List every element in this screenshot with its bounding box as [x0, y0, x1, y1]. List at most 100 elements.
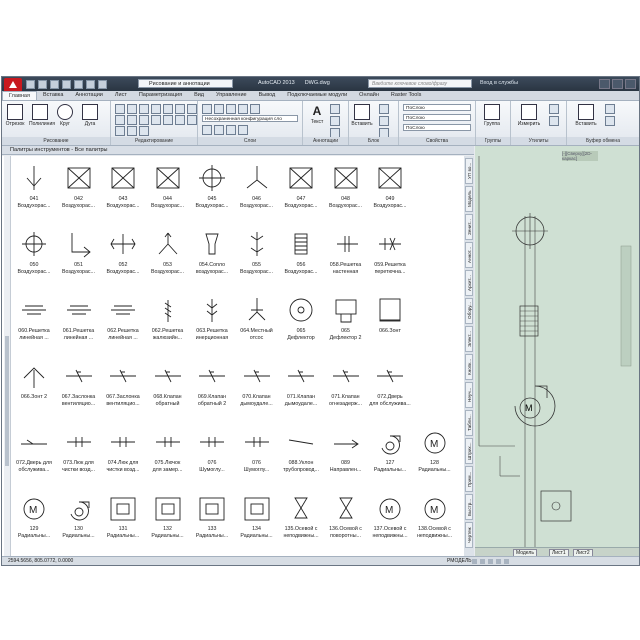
- lock-icon[interactable]: [488, 559, 493, 564]
- palette-tool[interactable]: 063.Решетка инерционная: [190, 292, 234, 358]
- color-combo[interactable]: ПоСлою: [403, 104, 471, 111]
- measure-button[interactable]: Измерить: [515, 104, 543, 127]
- paste-button[interactable]: Вставить: [573, 104, 599, 127]
- array-icon[interactable]: [187, 104, 197, 114]
- palette-tool[interactable]: 071.Клапан огнезадерж...: [324, 358, 368, 424]
- palette-tool[interactable]: 069.Клапан обратный 2: [190, 358, 234, 424]
- tab-8[interactable]: Подключаемые модули: [281, 91, 353, 100]
- tab-4[interactable]: Параметризация: [133, 91, 188, 100]
- annotation-scale-icon[interactable]: [472, 559, 477, 564]
- palette-tab[interactable]: Прим...: [465, 466, 473, 492]
- palette-tool[interactable]: 050 Воздухорас...: [12, 226, 56, 292]
- palette-tab[interactable]: Обору...: [465, 298, 473, 324]
- tab-6[interactable]: Управление: [210, 91, 253, 100]
- quickcalc-icon[interactable]: [549, 104, 559, 114]
- palette-tool[interactable]: 043 Воздухорас...: [101, 160, 145, 226]
- palette-tool[interactable]: M 138.Осевой с неподвижны...: [413, 490, 457, 556]
- move-icon[interactable]: [115, 104, 125, 114]
- trim-icon[interactable]: [139, 104, 149, 114]
- isolate-icon[interactable]: [496, 559, 501, 564]
- palette-tab[interactable]: Зенит...: [465, 214, 473, 240]
- palette-tool[interactable]: 067.Заслонка вентиляцио...: [57, 358, 101, 424]
- text-button[interactable]: A Текст: [306, 104, 328, 125]
- palette-tool[interactable]: 042 Воздухорас...: [57, 160, 101, 226]
- break-icon[interactable]: [127, 126, 137, 136]
- palette-scrollbar[interactable]: [4, 156, 11, 556]
- palette-tool[interactable]: 134 Радиальны...: [235, 490, 279, 556]
- application-menu-button[interactable]: [4, 78, 22, 92]
- palette-tool[interactable]: 046 Воздухорас...: [235, 160, 279, 226]
- palette-tool[interactable]: 053 Воздухорас...: [146, 226, 190, 292]
- open-icon[interactable]: [38, 80, 47, 89]
- dimension-icon[interactable]: [330, 104, 340, 114]
- palette-tool[interactable]: 075.Лючок для замер...: [146, 424, 190, 490]
- tab-1[interactable]: Вставка: [37, 91, 69, 100]
- palette-tab[interactable]: Модель: [465, 186, 473, 212]
- login-button[interactable]: Вход в службы: [480, 80, 518, 86]
- palette-tool[interactable]: 127 Радиальны...: [368, 424, 412, 490]
- palette-tool[interactable]: 044 Воздухорас...: [146, 160, 190, 226]
- palette-tab[interactable]: Штрих...: [465, 438, 473, 464]
- extend-icon[interactable]: [175, 115, 185, 125]
- close-icon[interactable]: [625, 79, 636, 89]
- palette-tool[interactable]: 066.Зонт 2: [12, 358, 56, 424]
- saveas-icon[interactable]: [62, 80, 71, 89]
- tab-2[interactable]: Аннотации: [69, 91, 109, 100]
- redo-icon[interactable]: [86, 80, 95, 89]
- undo-icon[interactable]: [74, 80, 83, 89]
- palette-tool[interactable]: 052 Воздухорас...: [101, 226, 145, 292]
- fullscreen-icon[interactable]: [504, 559, 509, 564]
- palette-tool[interactable]: 130 Радиальны...: [57, 490, 101, 556]
- palette-tool[interactable]: 074.Люк для чистки возд...: [101, 424, 145, 490]
- palette-tool[interactable]: 089 Направлен...: [324, 424, 368, 490]
- lineweight-combo[interactable]: ПоСлою: [403, 124, 471, 131]
- palette-tab[interactable]: Табли...: [465, 410, 473, 436]
- palette-tool[interactable]: 070.Клапан дымоудале...: [235, 358, 279, 424]
- select-all-icon[interactable]: [549, 116, 559, 126]
- stretch-icon[interactable]: [151, 115, 161, 125]
- insert-block-button[interactable]: Вставить: [351, 104, 373, 127]
- palette-tool[interactable]: 076 Шумоглу...: [235, 424, 279, 490]
- tab-3[interactable]: Лист: [109, 91, 133, 100]
- navigation-bar[interactable]: [620, 245, 632, 367]
- plot-icon[interactable]: [98, 80, 107, 89]
- palette-tool[interactable]: 076 Шумоглу...: [190, 424, 234, 490]
- palette-tool[interactable]: 088.Уклон трубопровод...: [279, 424, 323, 490]
- palette-tab[interactable]: Неуч...: [465, 382, 473, 408]
- palette-tool[interactable]: 061.Решетка линейная ...: [57, 292, 101, 358]
- copy-clip-icon[interactable]: [605, 116, 615, 126]
- save-icon[interactable]: [50, 80, 59, 89]
- palette-tool[interactable]: M 129 Радиальны...: [12, 490, 56, 556]
- palette-tool[interactable]: M 137.Осевой с неподвижны...: [368, 490, 412, 556]
- mirror-icon[interactable]: [127, 115, 137, 125]
- palette-tool[interactable]: 066.Зонт: [368, 292, 412, 358]
- palette-tab[interactable]: Элект...: [465, 326, 473, 352]
- palette-tool[interactable]: 067.Заслонка вентиляцио...: [101, 358, 145, 424]
- palette-tool[interactable]: 045 Воздухорас...: [190, 160, 234, 226]
- palette-tool[interactable]: 051 Воздухорас...: [57, 226, 101, 292]
- palette-tool[interactable]: 056 Воздухорас...: [279, 226, 323, 292]
- palette-tool[interactable]: 131 Радиальны...: [101, 490, 145, 556]
- palette-tool[interactable]: M 128 Радиальны...: [413, 424, 457, 490]
- circle-button[interactable]: Круг: [54, 104, 76, 127]
- new-icon[interactable]: [26, 80, 35, 89]
- palette-tool[interactable]: 062.Решетка жалюзийн...: [146, 292, 190, 358]
- workspace-icon[interactable]: [480, 559, 485, 564]
- model-space-toggle[interactable]: РМОДЕЛЬ: [447, 557, 472, 565]
- palette-tool[interactable]: 060.Решетка линейная ...: [12, 292, 56, 358]
- palette-tool[interactable]: 054.Сопло воздухорас...: [190, 226, 234, 292]
- palette-tool[interactable]: 071.Клапан дымоудале...: [279, 358, 323, 424]
- palette-tool[interactable]: 058.Решетка настенная: [324, 226, 368, 292]
- palette-tool[interactable]: 072.Дверь для обслужива...: [12, 424, 56, 490]
- palette-tab[interactable]: Быстр...: [465, 494, 473, 520]
- palette-tab[interactable]: Чертеж: [465, 522, 473, 548]
- scale-icon[interactable]: [163, 115, 173, 125]
- palette-tool[interactable]: 048 Воздухорас...: [324, 160, 368, 226]
- scroll-thumb[interactable]: [5, 336, 9, 466]
- join-icon[interactable]: [187, 115, 197, 125]
- palette-tool[interactable]: 065 Дефлектор: [279, 292, 323, 358]
- palette-tool[interactable]: 068.Клапан обратный: [146, 358, 190, 424]
- polyline-button[interactable]: Полилиния: [29, 104, 55, 127]
- create-block-icon[interactable]: [379, 104, 389, 114]
- palette-tool[interactable]: 133 Радиальны...: [190, 490, 234, 556]
